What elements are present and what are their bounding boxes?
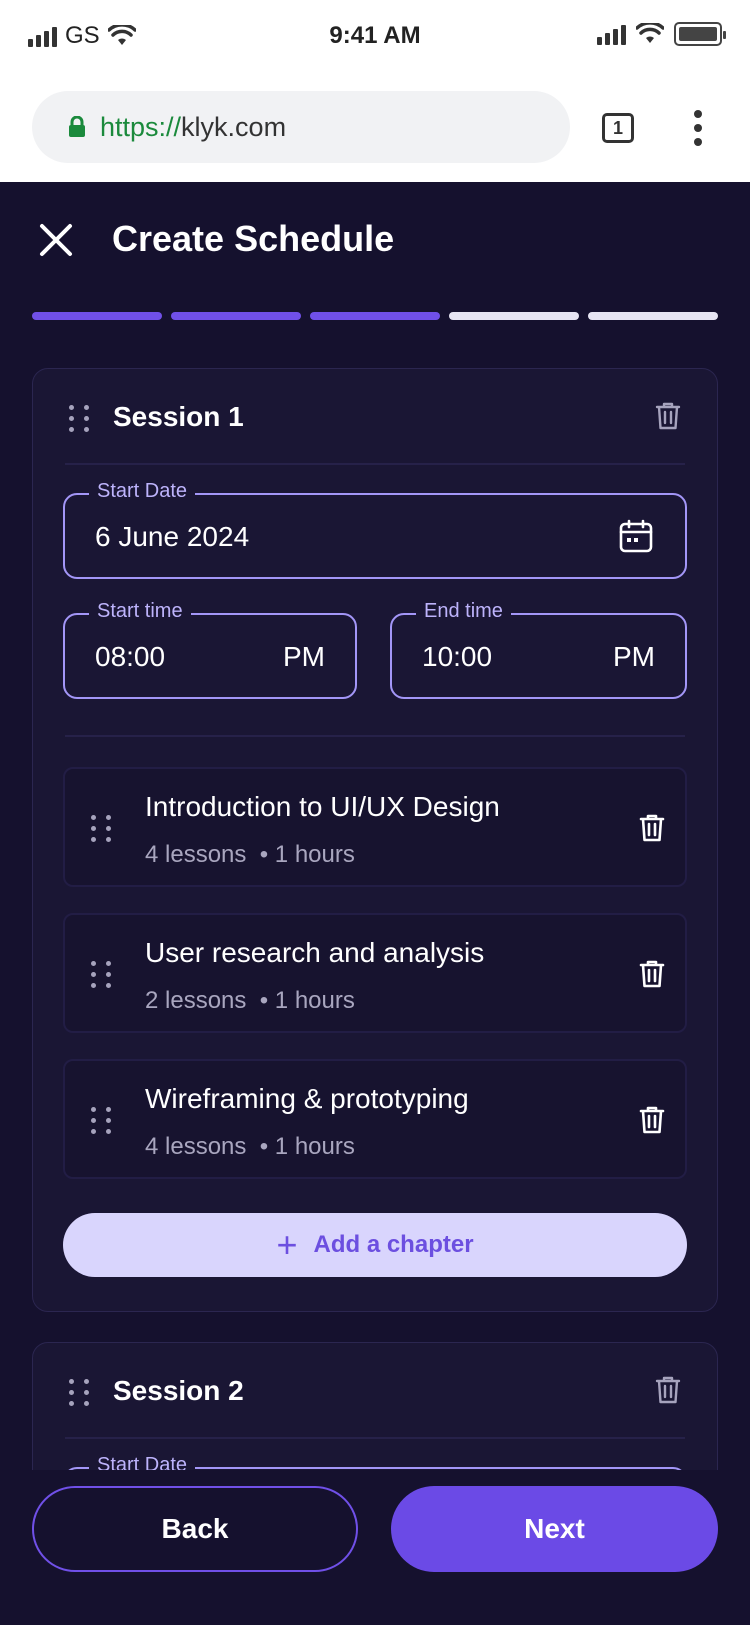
drag-handle-icon[interactable]: [91, 961, 111, 988]
field-label: Start time: [89, 600, 191, 623]
browser-menu-icon[interactable]: [694, 110, 702, 146]
back-button[interactable]: Back: [32, 1486, 358, 1572]
session-header: Session 1: [65, 369, 685, 465]
start-time-value: 08:00: [95, 641, 166, 672]
delete-chapter-icon[interactable]: [639, 1105, 665, 1135]
divider: [65, 735, 685, 737]
chapter-item[interactable]: Wireframing & prototyping 4 lessons • 1 …: [63, 1059, 687, 1179]
end-time-field[interactable]: End time 10:00 PM: [390, 600, 687, 699]
chapter-meta: 4 lessons • 1 hours: [145, 841, 355, 869]
status-right: [597, 22, 726, 46]
start-time-period: PM: [283, 641, 325, 672]
drag-handle-icon[interactable]: [69, 405, 89, 432]
chapter-duration: • 1 hours: [259, 987, 355, 1014]
calendar-icon[interactable]: [619, 519, 653, 553]
chapter-lessons: 4 lessons: [145, 841, 247, 868]
session-card: Session 1 Start Date 6 June 2024 Start t…: [32, 368, 718, 1312]
progress-step-5: [588, 312, 718, 320]
chapter-duration: • 1 hours: [259, 1133, 355, 1160]
start-time-field[interactable]: Start time 08:00 PM: [63, 600, 357, 699]
status-bar: GS 9:41 AM: [0, 0, 750, 74]
chapter-duration: • 1 hours: [259, 841, 355, 868]
browser-bar: https://klyk.com 1: [0, 74, 750, 182]
progress-step-2: [171, 312, 301, 320]
end-time-value: 10:00: [422, 641, 493, 672]
url-scheme: https://: [100, 111, 182, 142]
wifi-icon: [636, 23, 664, 43]
lock-icon: [69, 116, 85, 137]
chapter-lessons: 4 lessons: [145, 1133, 247, 1160]
drag-handle-icon[interactable]: [69, 1379, 89, 1406]
start-date-value: 6 June 2024: [95, 521, 250, 552]
chapter-meta: 2 lessons • 1 hours: [145, 987, 355, 1015]
field-label: Start Date: [89, 1454, 196, 1470]
start-date-field[interactable]: Start Date 6 June 2024: [63, 480, 687, 579]
next-button[interactable]: Next: [391, 1486, 718, 1572]
field-label: Start Date: [89, 480, 196, 503]
battery-icon: [674, 22, 726, 46]
chapter-title: Introduction to UI/UX Design: [145, 791, 500, 822]
chapter-lessons: 2 lessons: [145, 987, 247, 1014]
url-host: klyk.com: [181, 111, 287, 142]
url-text: https://klyk.com: [100, 112, 286, 143]
close-icon[interactable]: [36, 220, 76, 260]
delete-chapter-icon[interactable]: [639, 813, 665, 843]
progress-step-4: [449, 312, 579, 320]
chapter-item[interactable]: User research and analysis 2 lessons • 1…: [63, 913, 687, 1033]
cellular-icon: [597, 23, 626, 45]
progress-step-1: [32, 312, 162, 320]
chapter-title: User research and analysis: [145, 937, 485, 968]
bottom-action-bar: Back Next: [0, 1470, 750, 1625]
delete-chapter-icon[interactable]: [639, 959, 665, 989]
chapter-title: Wireframing & prototyping: [145, 1083, 469, 1114]
end-time-period: PM: [613, 641, 655, 672]
sessions-scroll-area[interactable]: Session 1 Start Date 6 June 2024 Start t…: [0, 368, 750, 1470]
address-bar[interactable]: https://klyk.com: [32, 91, 570, 163]
session-header: Session 2: [65, 1343, 685, 1439]
page-title: Create Schedule: [112, 218, 395, 259]
session-title: Session 1: [113, 401, 244, 432]
session-title: Session 2: [113, 1375, 244, 1406]
progress-step-3: [310, 312, 440, 320]
tab-switcher-button[interactable]: 1: [602, 113, 634, 143]
step-progress: [32, 312, 718, 320]
header: Create Schedule: [0, 182, 750, 292]
drag-handle-icon[interactable]: [91, 1107, 111, 1134]
add-chapter-label: Add a chapter: [313, 1231, 474, 1258]
session-card: Session 2 Start Date: [32, 1342, 718, 1470]
delete-session-icon[interactable]: [655, 1375, 681, 1405]
drag-handle-icon[interactable]: [91, 815, 111, 842]
chapter-item[interactable]: Introduction to UI/UX Design 4 lessons •…: [63, 767, 687, 887]
field-label: End time: [416, 600, 511, 623]
chapter-meta: 4 lessons • 1 hours: [145, 1133, 355, 1161]
add-chapter-button[interactable]: + Add a chapter: [63, 1213, 687, 1277]
app-screen: Create Schedule Session 1 Start Date 6 J…: [0, 182, 750, 1625]
delete-session-icon[interactable]: [655, 401, 681, 431]
plus-icon: +: [276, 1224, 298, 1265]
